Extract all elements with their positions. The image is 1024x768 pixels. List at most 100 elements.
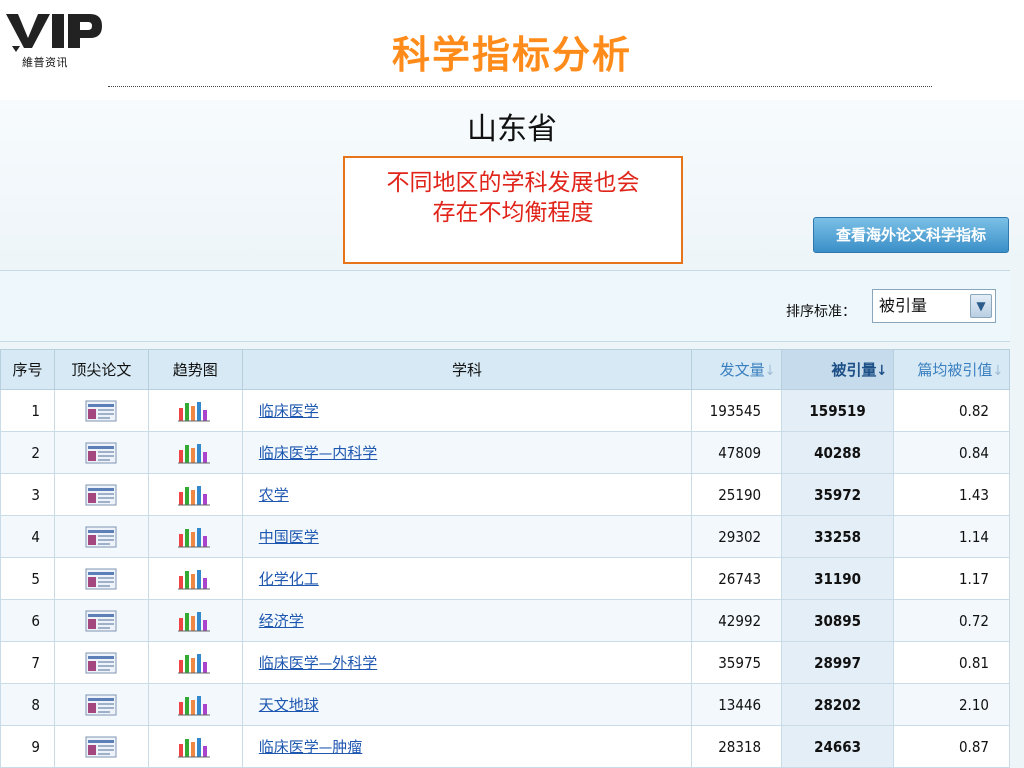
table-row: 9 临床医学—肿瘤 28318 24663 0.87 (0, 725, 1010, 768)
subject-link[interactable]: 临床医学—外科学 (259, 654, 378, 672)
subject-cell: 中国医学 (241, 515, 693, 558)
citations-cell: 28997 (781, 641, 895, 684)
bar-chart-icon[interactable] (178, 527, 212, 547)
sort-selected-value: 被引量 (879, 296, 928, 315)
trend-cell (147, 389, 243, 432)
callout-line-2: 存在不均衡程度 (432, 200, 594, 226)
subject-link[interactable]: 临床医学—肿瘤 (259, 738, 363, 756)
document-icon[interactable] (85, 736, 117, 757)
top-papers-cell (53, 641, 149, 684)
bar-chart-icon[interactable] (178, 443, 212, 463)
publications-cell: 42992 (691, 599, 783, 642)
subject-cell: 化学化工 (241, 557, 693, 600)
subject-link[interactable]: 经济学 (259, 612, 304, 630)
trend-cell (147, 515, 243, 558)
table-header-row: 序号 顶尖论文 趋势图 学科 发文量↓ 被引量↓ 篇均被引值↓ (0, 349, 1010, 390)
publications-cell: 28318 (691, 725, 783, 768)
publications-cell: 25190 (691, 473, 783, 516)
citations-cell: 24663 (781, 725, 895, 768)
bar-chart-icon[interactable] (178, 569, 212, 589)
sort-label: 排序标准： (786, 304, 856, 320)
citations-cell: 159519 (781, 389, 895, 432)
bar-chart-icon[interactable] (178, 695, 212, 715)
bar-chart-icon[interactable] (178, 401, 212, 421)
row-index: 4 (0, 515, 55, 558)
document-icon[interactable] (85, 568, 117, 589)
sort-select[interactable]: 被引量 ▼ (872, 289, 996, 323)
table-row: 2 临床医学—内科学 47809 40288 0.84 (0, 431, 1010, 474)
province-heading: 山东省 (467, 112, 557, 147)
row-index: 2 (0, 431, 55, 474)
row-index: 9 (0, 725, 55, 768)
subject-link[interactable]: 农学 (259, 486, 289, 504)
table-row: 8 天文地球 13446 28202 2.10 (0, 683, 1010, 726)
trend-cell (147, 431, 243, 474)
subject-link[interactable]: 临床医学—内科学 (259, 444, 378, 462)
document-icon[interactable] (85, 400, 117, 421)
subject-link[interactable]: 临床医学 (259, 402, 319, 420)
trend-cell (147, 599, 243, 642)
document-icon[interactable] (85, 610, 117, 631)
top-papers-cell (53, 473, 149, 516)
row-index: 6 (0, 599, 55, 642)
document-icon[interactable] (85, 442, 117, 463)
bar-chart-icon[interactable] (178, 653, 212, 673)
subject-table: 序号 顶尖论文 趋势图 学科 发文量↓ 被引量↓ 篇均被引值↓ 1 临床医学 193… (0, 349, 1010, 768)
publications-cell: 26743 (691, 557, 783, 600)
document-icon[interactable] (85, 526, 117, 547)
col-header-index: 序号 (0, 349, 55, 390)
row-index: 5 (0, 557, 55, 600)
trend-cell (147, 725, 243, 768)
chevron-down-icon[interactable]: ▼ (970, 294, 992, 318)
citations-cell: 31190 (781, 557, 895, 600)
citations-cell: 40288 (781, 431, 895, 474)
table-row: 4 中国医学 29302 33258 1.14 (0, 515, 1010, 558)
table-row: 6 经济学 42992 30895 0.72 (0, 599, 1010, 642)
top-papers-cell (53, 431, 149, 474)
subject-link[interactable]: 中国医学 (259, 528, 319, 546)
col-header-top-papers: 顶尖论文 (53, 349, 149, 390)
col-header-trend: 趋势图 (147, 349, 243, 390)
bar-chart-icon[interactable] (178, 485, 212, 505)
subject-cell: 临床医学—肿瘤 (241, 725, 693, 768)
citations-cell: 30895 (781, 599, 895, 642)
avg-citations-cell: 0.82 (893, 389, 1010, 432)
avg-citations-cell: 1.14 (893, 515, 1010, 558)
avg-citations-cell: 0.87 (893, 725, 1010, 768)
publications-cell: 29302 (691, 515, 783, 558)
top-papers-cell (53, 557, 149, 600)
avg-citations-cell: 0.84 (893, 431, 1010, 474)
subject-link[interactable]: 化学化工 (259, 570, 319, 588)
col-header-avg-citations[interactable]: 篇均被引值↓ (893, 349, 1010, 390)
document-icon[interactable] (85, 484, 117, 505)
col-header-citations[interactable]: 被引量↓ (781, 349, 895, 390)
citations-cell: 28202 (781, 683, 895, 726)
col-header-publications[interactable]: 发文量↓ (691, 349, 783, 390)
avg-citations-cell: 1.43 (893, 473, 1010, 516)
publications-cell: 193545 (691, 389, 783, 432)
document-icon[interactable] (85, 652, 117, 673)
bar-chart-icon[interactable] (178, 611, 212, 631)
top-papers-cell (53, 389, 149, 432)
arrow-down-icon: ↓ (876, 363, 888, 379)
publications-cell: 47809 (691, 431, 783, 474)
subject-cell: 农学 (241, 473, 693, 516)
col-header-citations-label: 被引量 (831, 361, 877, 379)
subject-cell: 临床医学—内科学 (241, 431, 693, 474)
overseas-indicators-button[interactable]: 查看海外论文科学指标 (813, 217, 1009, 253)
row-index: 1 (0, 389, 55, 432)
subject-link[interactable]: 天文地球 (259, 696, 319, 714)
bar-chart-icon[interactable] (178, 737, 212, 757)
subject-cell: 临床医学 (241, 389, 693, 432)
document-icon[interactable] (85, 694, 117, 715)
top-papers-cell (53, 515, 149, 558)
avg-citations-cell: 2.10 (893, 683, 1010, 726)
avg-citations-cell: 0.81 (893, 641, 1010, 684)
row-index: 8 (0, 683, 55, 726)
arrow-down-icon: ↓ (764, 363, 776, 379)
subject-cell: 天文地球 (241, 683, 693, 726)
avg-citations-cell: 1.17 (893, 557, 1010, 600)
trend-cell (147, 641, 243, 684)
sort-bar (0, 270, 1010, 342)
subject-cell: 临床医学—外科学 (241, 641, 693, 684)
